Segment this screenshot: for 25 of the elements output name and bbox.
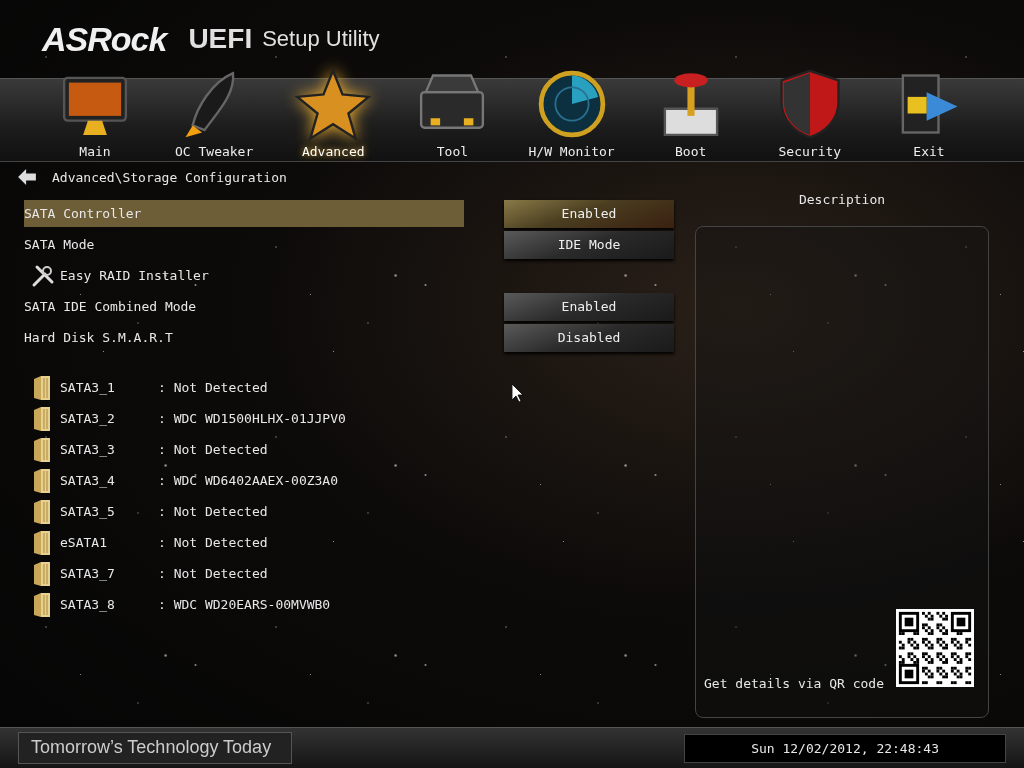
device-port: SATA3_8 bbox=[60, 597, 116, 612]
product-subtitle: Setup Utility bbox=[262, 26, 380, 52]
submenu-label: Easy RAID Installer bbox=[60, 267, 209, 285]
device-port: SATA3_4 bbox=[60, 473, 116, 488]
description-title: Description bbox=[797, 191, 887, 209]
device-status: : Not Detected bbox=[158, 535, 268, 550]
device-status: : Not Detected bbox=[158, 566, 268, 581]
device-status: : WDC WD20EARS-00MVWB0 bbox=[158, 597, 331, 612]
device-port: SATA3_7 bbox=[60, 566, 116, 581]
slogan-label: Tomorrow’s Technology Today bbox=[18, 732, 293, 764]
device-status: : Not Detected bbox=[158, 504, 268, 519]
device-status: : Not Detected bbox=[158, 380, 268, 395]
brand-logo: ASRock bbox=[42, 19, 167, 59]
device-status: : Not Detected bbox=[158, 442, 268, 457]
date-time-display: Sun 12/02/2012, 22:48:43 bbox=[684, 733, 1006, 763]
device-status: : WDC WD1500HLHX-01JJPV0 bbox=[158, 411, 346, 426]
product-title: UEFI bbox=[188, 23, 253, 55]
device-status: : WDC WD6402AAEX-00Z3A0 bbox=[158, 473, 338, 488]
qr-caption: Get details via QR code bbox=[704, 676, 884, 691]
device-port: SATA3_2 bbox=[60, 411, 116, 426]
device-port: SATA3_5 bbox=[60, 504, 116, 519]
breadcrumb: Advanced\Storage Configuration bbox=[52, 169, 287, 185]
device-port: eSATA1 bbox=[60, 535, 108, 550]
device-port: SATA3_1 bbox=[60, 380, 116, 395]
device-port: SATA3_3 bbox=[60, 442, 116, 457]
